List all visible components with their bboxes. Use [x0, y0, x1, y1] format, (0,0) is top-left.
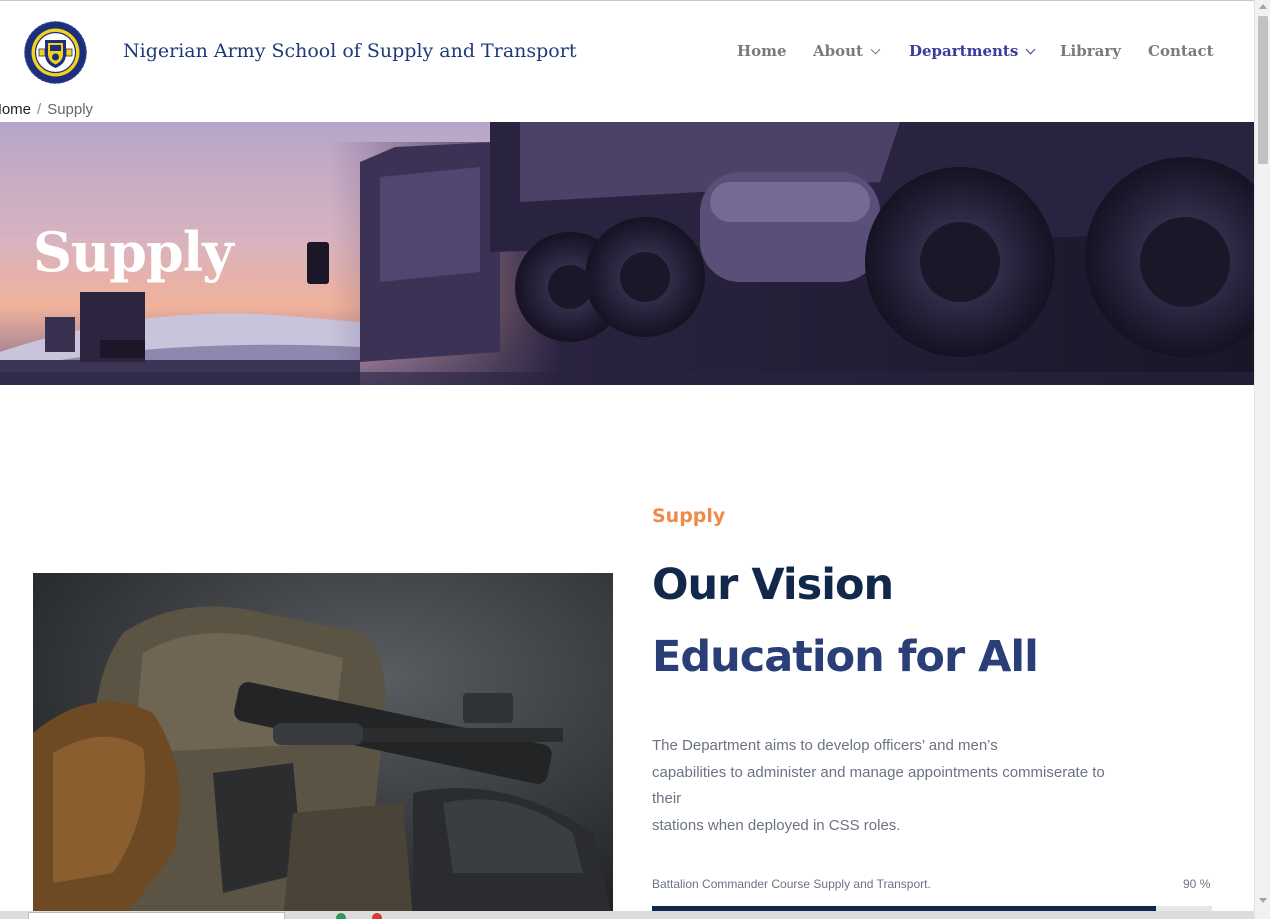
taskbar-app-icon[interactable] — [336, 913, 346, 919]
description-line: capabilities to administer and manage ap… — [652, 763, 1105, 781]
nav-item-about[interactable]: About — [813, 42, 881, 60]
section-eyebrow: Supply — [652, 505, 726, 527]
nav-item-library[interactable]: Library — [1060, 42, 1121, 60]
chevron-down-icon — [1025, 44, 1036, 55]
nav-item-label: Departments — [909, 42, 1019, 60]
vertical-scrollbar[interactable] — [1254, 0, 1270, 919]
site-header: Nigerian Army School of Supply and Trans… — [0, 4, 1254, 100]
nav-item-label: Library — [1060, 42, 1121, 60]
scroll-up-arrow-icon[interactable] — [1259, 4, 1267, 9]
skill-percent: 90 % — [1183, 877, 1210, 891]
description-line: their — [652, 790, 682, 807]
hero-banner: Supply — [0, 122, 1254, 385]
skill-percent-value: 90 — [1183, 877, 1197, 891]
scroll-down-arrow-icon[interactable] — [1259, 898, 1267, 903]
hero-title: Supply — [33, 220, 234, 284]
nav-item-label: Contact — [1148, 42, 1214, 60]
main-nav: Home About Departments Library Contact — [0, 42, 1254, 64]
breadcrumb-home-link[interactable]: Home — [0, 101, 31, 118]
breadcrumb: Home / Supply — [0, 101, 93, 121]
soldier-gear-image — [33, 573, 613, 919]
taskbar-strip — [0, 911, 1254, 919]
taskbar-app-icon[interactable] — [372, 913, 382, 919]
skill-percent-sign: % — [1199, 877, 1211, 891]
chevron-down-icon — [870, 44, 881, 55]
nav-item-contact[interactable]: Contact — [1148, 42, 1214, 60]
description-line: stations when deployed in CSS roles. — [652, 816, 901, 834]
nav-item-label: Home — [737, 42, 787, 60]
nav-item-home[interactable]: Home — [737, 42, 787, 60]
department-description: The Department aims to develop officers’… — [652, 733, 1212, 839]
nav-item-departments[interactable]: Departments — [909, 42, 1036, 60]
taskbar-search-box[interactable] — [28, 912, 285, 919]
breadcrumb-separator: / — [37, 101, 42, 118]
vision-heading: Our Vision — [652, 560, 894, 610]
breadcrumb-current: Supply — [47, 101, 94, 118]
vision-subheading: Education for All — [652, 632, 1039, 682]
scrollbar-thumb[interactable] — [1258, 16, 1268, 164]
skill-label: Battalion Commander Course Supply and Tr… — [652, 877, 931, 891]
nav-item-label: About — [813, 42, 863, 60]
description-line: The Department aims to develop officers’… — [652, 737, 998, 754]
